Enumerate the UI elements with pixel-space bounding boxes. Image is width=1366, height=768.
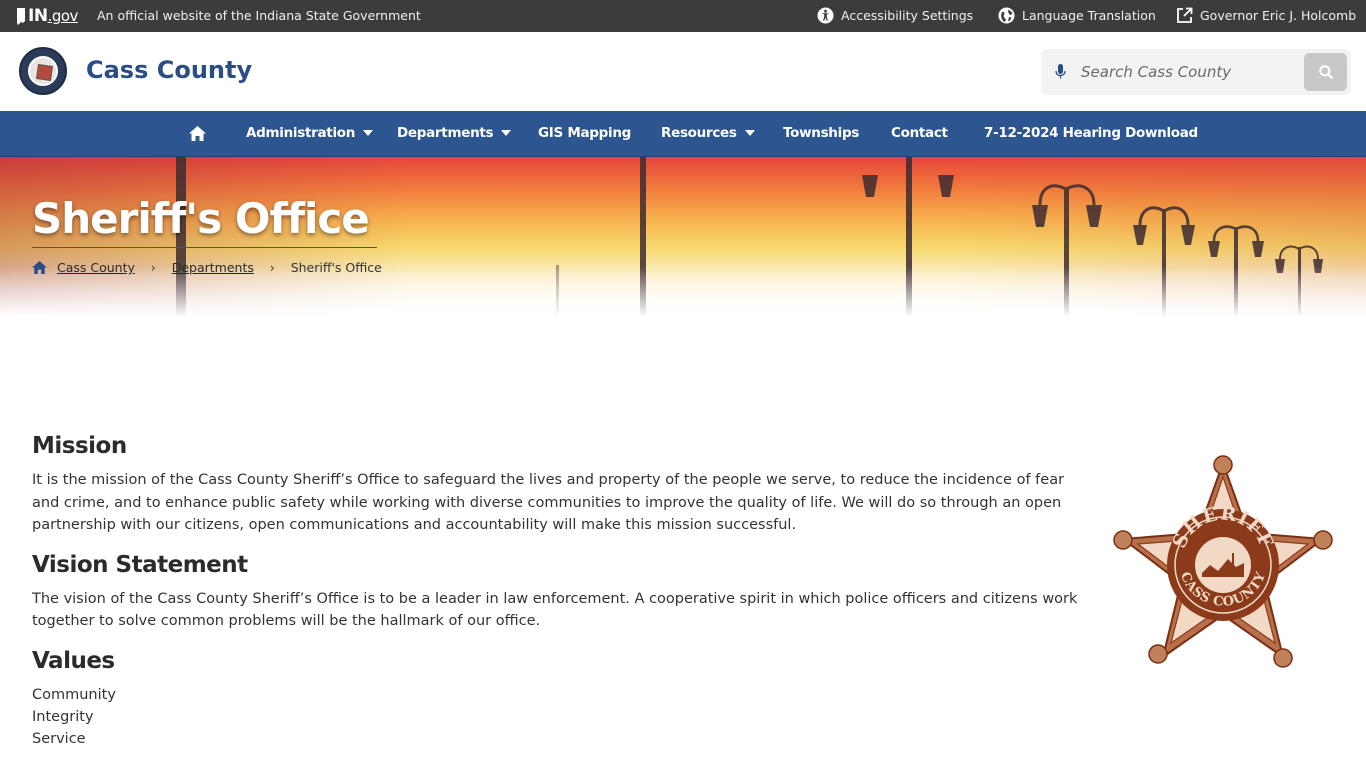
nav-hearing-download-label: 7-12-2024 Hearing Download [984, 125, 1198, 141]
nav-townships[interactable]: Townships [783, 125, 859, 141]
mission-text: It is the mission of the Cass County She… [32, 472, 1065, 533]
breadcrumb-current: Sheriff's Office [290, 260, 382, 275]
nav-administration-label: Administration [246, 125, 356, 141]
accessibility-icon [817, 7, 834, 24]
nav-departments-label: Departments [397, 125, 494, 141]
governor-link[interactable]: Governor Eric J. Holcomb [1176, 7, 1356, 24]
nav-resources[interactable]: Resources [661, 125, 755, 141]
search-input[interactable] [1081, 59, 1301, 85]
nav-gis-mapping-label: GIS Mapping [538, 125, 631, 141]
breadcrumb-home-link[interactable]: Cass County [57, 260, 135, 275]
accessibility-settings-label: Accessibility Settings [841, 8, 974, 23]
breadcrumb-home-icon[interactable] [32, 261, 47, 274]
values-heading: Values [32, 647, 115, 674]
top-bar: IN .gov An official website of the Indian… [0, 0, 1366, 32]
list-item: Community [32, 686, 116, 703]
language-translation-link[interactable]: Language Translation [998, 7, 1156, 24]
globe-icon [998, 7, 1015, 24]
governor-label: Governor Eric J. Holcomb [1200, 8, 1357, 23]
nav-home[interactable] [189, 126, 206, 141]
page-title: Sheriff's Office [32, 194, 370, 243]
list-item: Service [32, 730, 86, 747]
site-header: Cass County [0, 32, 1366, 111]
language-translation-label: Language Translation [1022, 8, 1156, 23]
accessibility-settings-link[interactable]: Accessibility Settings [817, 7, 973, 24]
caret-down-icon [501, 130, 512, 136]
nav-administration[interactable]: Administration [246, 125, 374, 141]
in-gov-text: IN [28, 6, 48, 26]
values-list: Community Integrity Service [32, 684, 1092, 750]
nav-departments[interactable]: Departments [397, 125, 512, 141]
mission-heading: Mission [32, 433, 127, 459]
list-item: Integrity [32, 708, 94, 725]
caret-down-icon [744, 130, 755, 136]
microphone-icon[interactable] [1055, 64, 1066, 80]
official-website-text: An official website of the Indiana State… [97, 8, 421, 23]
nav-hearing-download[interactable]: 7-12-2024 Hearing Download [984, 125, 1198, 141]
home-icon [189, 126, 206, 141]
vision-heading: Vision Statement [32, 551, 248, 578]
cass-county-seal[interactable] [19, 47, 67, 95]
title-divider [32, 247, 377, 248]
caret-down-icon [363, 130, 374, 136]
external-link-icon [1177, 7, 1193, 23]
sheriff-badge-image: SHERIFF SHERIFF CASS COUNTY [1113, 455, 1333, 668]
nav-contact-label: Contact [891, 125, 948, 141]
main-navigation: Administration Departments GIS Mapping R… [0, 111, 1366, 157]
nav-contact[interactable]: Contact [891, 125, 948, 141]
nav-resources-label: Resources [661, 125, 737, 141]
in-gov-suffix: .gov [47, 7, 79, 25]
indiana-state-icon [17, 7, 25, 25]
chevron-right-icon: › [150, 260, 156, 275]
search-button[interactable] [1304, 53, 1347, 91]
nav-gis-mapping[interactable]: GIS Mapping [538, 125, 631, 141]
chevron-right-icon: › [269, 260, 275, 275]
site-title[interactable]: Cass County [86, 56, 252, 84]
hero-banner: Sheriff's Office Cass County › Departmen… [0, 157, 1366, 317]
search-icon [1318, 65, 1333, 79]
in-gov-logo[interactable]: IN .gov [16, 6, 78, 26]
breadcrumb-departments-link[interactable]: Departments [172, 260, 254, 275]
nav-townships-label: Townships [783, 125, 860, 141]
breadcrumb: Cass County › Departments › Sheriff's Of… [32, 260, 382, 275]
vision-text: The vision of the Cass County Sheriff’s … [32, 590, 1078, 630]
main-content: Mission It is the mission of the Cass Co… [32, 430, 1092, 750]
search-box [1041, 49, 1351, 95]
